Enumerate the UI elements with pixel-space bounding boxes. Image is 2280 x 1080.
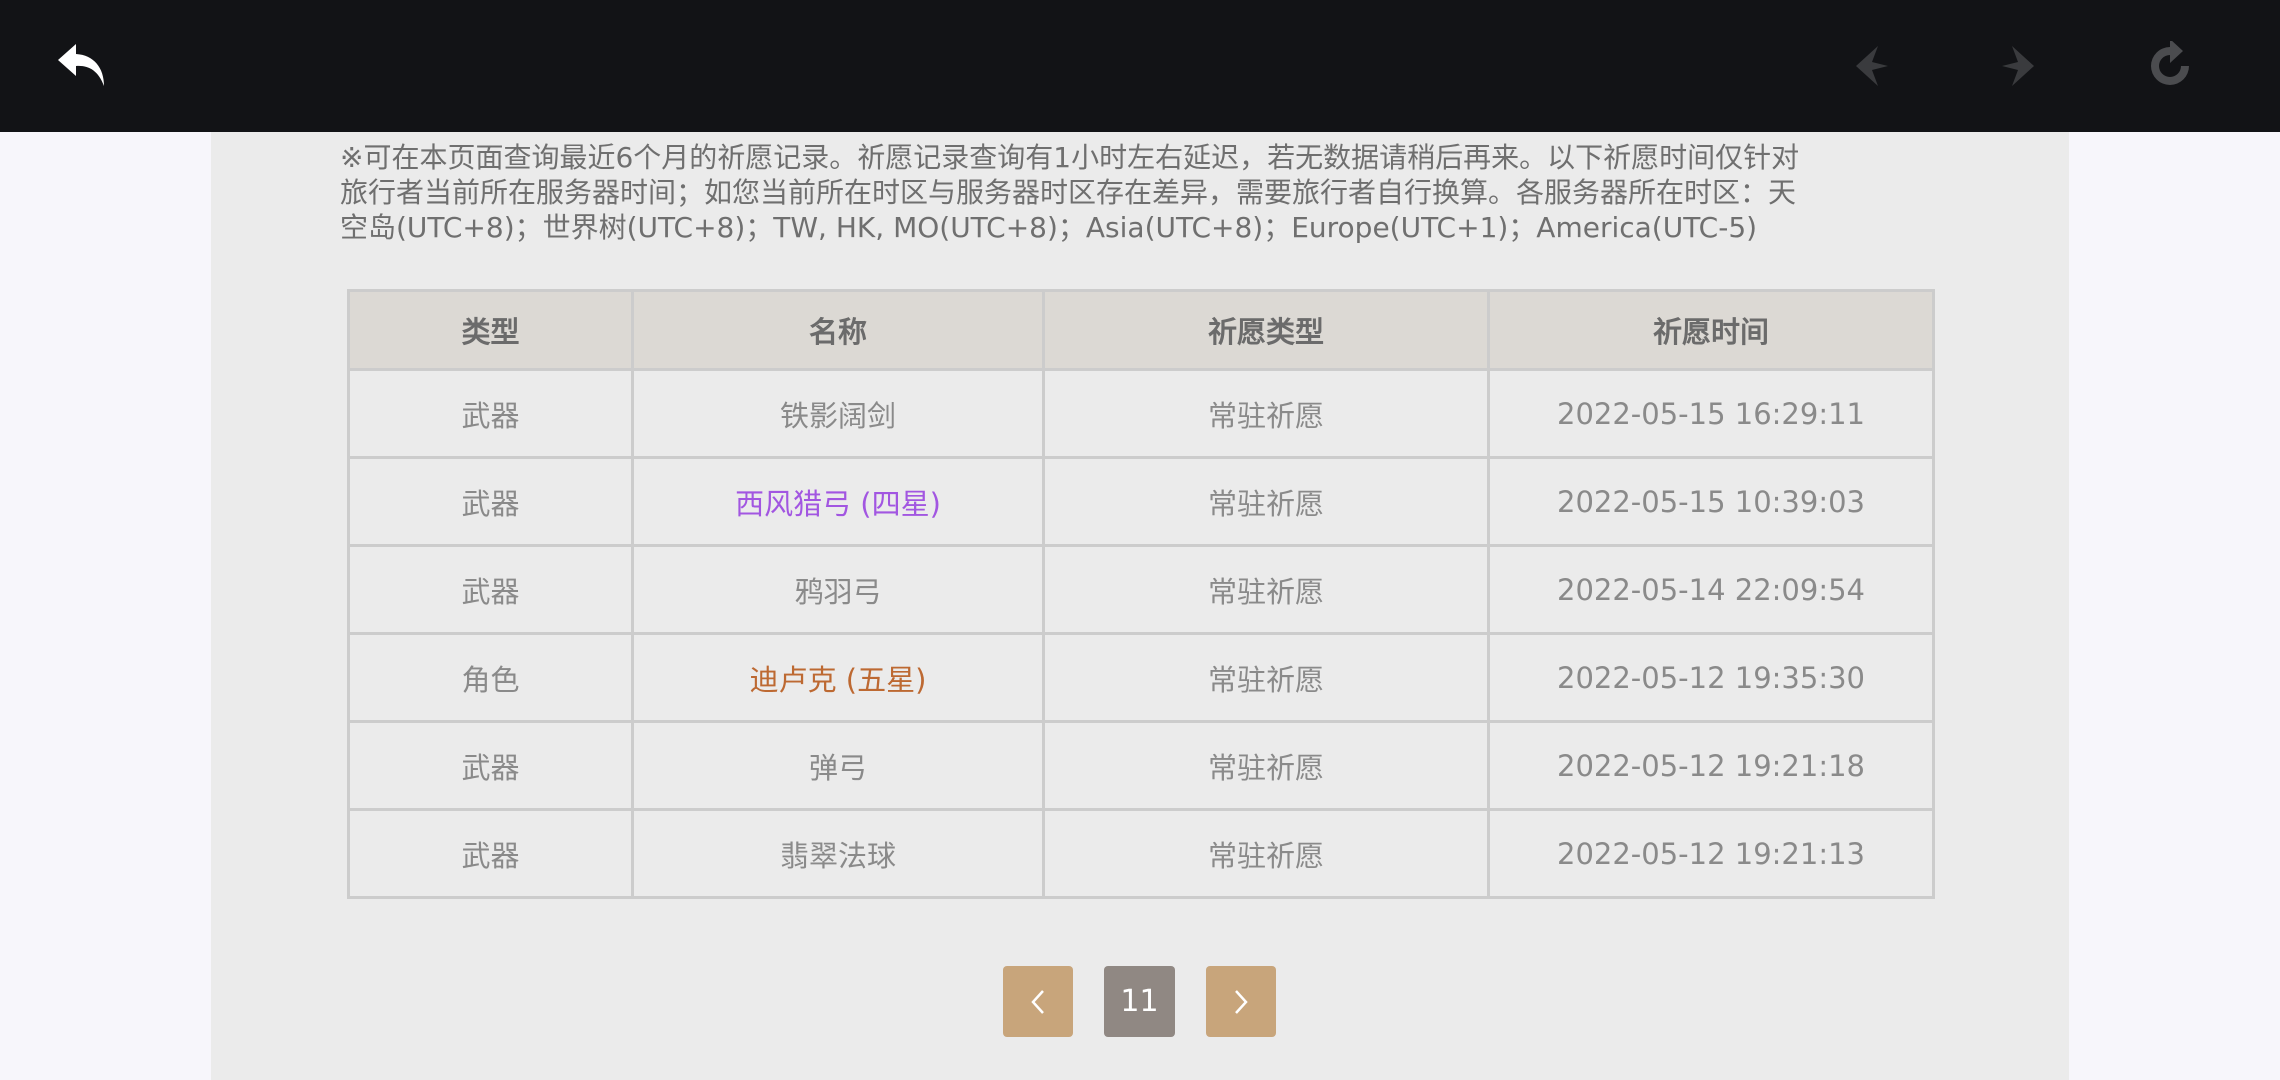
cell-type: 武器 <box>347 368 634 459</box>
cell-type: 武器 <box>347 808 634 899</box>
cell-wish-type: 常驻祈愿 <box>1042 544 1490 635</box>
current-page-indicator: 11 <box>1104 966 1175 1037</box>
table-header-row: 类型 名称 祈愿类型 祈愿时间 <box>347 289 1935 371</box>
next-page-button[interactable] <box>1206 966 1276 1037</box>
cell-name: 弹弓 <box>631 720 1045 811</box>
nav-back-button[interactable] <box>1842 36 1902 96</box>
refresh-icon <box>2151 41 2189 85</box>
cell-time: 2022-05-12 19:21:13 <box>1487 808 1935 899</box>
cell-name: 迪卢克 (五星) <box>631 632 1045 723</box>
nav-forward-icon <box>2002 46 2034 86</box>
nav-back-icon <box>1856 46 1888 86</box>
top-toolbar <box>0 0 2280 132</box>
cell-type: 武器 <box>347 720 634 811</box>
wish-history-table: 类型 名称 祈愿类型 祈愿时间 武器 铁影阔剑 常驻祈愿 2022-05-15 … <box>347 289 1935 899</box>
notice-line: ※可在本页面查询最近6个月的祈愿记录。祈愿记录查询有1小时左右延迟，若无数据请稍… <box>340 141 1800 174</box>
notice-line: 空岛(UTC+8)；世界树(UTC+8)；TW, HK, MO(UTC+8)；A… <box>340 211 1758 244</box>
cell-wish-type: 常驻祈愿 <box>1042 808 1490 899</box>
cell-time: 2022-05-12 19:35:30 <box>1487 632 1935 723</box>
prev-page-button[interactable] <box>1003 966 1073 1037</box>
table-row: 武器 翡翠法球 常驻祈愿 2022-05-12 19:21:13 <box>347 808 1935 899</box>
back-arrow-icon <box>58 44 104 86</box>
cell-type: 角色 <box>347 632 634 723</box>
cell-time: 2022-05-15 16:29:11 <box>1487 368 1935 459</box>
table-row: 武器 鸦羽弓 常驻祈愿 2022-05-14 22:09:54 <box>347 544 1935 635</box>
table-row: 武器 弹弓 常驻祈愿 2022-05-12 19:21:18 <box>347 720 1935 811</box>
header-wish-time: 祈愿时间 <box>1487 289 1935 371</box>
cell-wish-type: 常驻祈愿 <box>1042 456 1490 547</box>
notice-text: ※可在本页面查询最近6个月的祈愿记录。祈愿记录查询有1小时左右延迟，若无数据请稍… <box>340 140 1940 245</box>
cell-name: 西风猎弓 (四星) <box>631 456 1045 547</box>
chevron-right-icon <box>1235 989 1248 1014</box>
cell-wish-type: 常驻祈愿 <box>1042 720 1490 811</box>
header-wish-type: 祈愿类型 <box>1042 289 1490 371</box>
cell-time: 2022-05-14 22:09:54 <box>1487 544 1935 635</box>
table-row: 武器 西风猎弓 (四星) 常驻祈愿 2022-05-15 10:39:03 <box>347 456 1935 547</box>
cell-name: 翡翠法球 <box>631 808 1045 899</box>
back-button[interactable] <box>52 36 112 96</box>
cell-time: 2022-05-12 19:21:18 <box>1487 720 1935 811</box>
table-row: 角色 迪卢克 (五星) 常驻祈愿 2022-05-12 19:35:30 <box>347 632 1935 723</box>
cell-name: 鸦羽弓 <box>631 544 1045 635</box>
cell-time: 2022-05-15 10:39:03 <box>1487 456 1935 547</box>
cell-wish-type: 常驻祈愿 <box>1042 632 1490 723</box>
cell-type: 武器 <box>347 544 634 635</box>
nav-forward-button[interactable] <box>1988 36 2048 96</box>
header-type: 类型 <box>347 289 634 371</box>
chevron-left-icon <box>1031 989 1044 1014</box>
header-name: 名称 <box>631 289 1045 371</box>
refresh-button[interactable] <box>2140 36 2200 96</box>
notice-line: 旅行者当前所在服务器时间；如您当前所在时区与服务器时区存在差异，需要旅行者自行换… <box>340 176 1797 209</box>
cell-wish-type: 常驻祈愿 <box>1042 368 1490 459</box>
cell-type: 武器 <box>347 456 634 547</box>
cell-name: 铁影阔剑 <box>631 368 1045 459</box>
table-row: 武器 铁影阔剑 常驻祈愿 2022-05-15 16:29:11 <box>347 368 1935 459</box>
